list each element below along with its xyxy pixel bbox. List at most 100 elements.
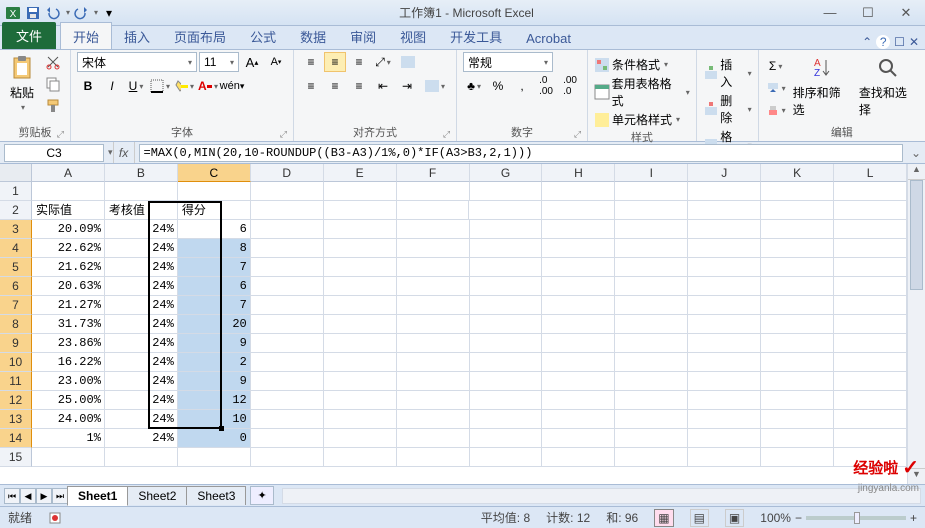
cell-D2[interactable]	[251, 201, 324, 220]
cell-K13[interactable]	[761, 410, 834, 429]
cell-A4[interactable]: 22.62%	[32, 239, 105, 258]
cell-K2[interactable]	[761, 201, 834, 220]
close-button[interactable]: ✕	[891, 4, 921, 22]
cell-C3[interactable]: 6	[178, 220, 251, 239]
merge-button[interactable]: ▾	[420, 76, 450, 96]
cell-I5[interactable]	[615, 258, 688, 277]
comma-button[interactable]: ,	[511, 76, 533, 96]
cell-L9[interactable]	[834, 334, 907, 353]
cell-A11[interactable]: 23.00%	[32, 372, 105, 391]
cell-E10[interactable]	[324, 353, 397, 372]
cell-K9[interactable]	[761, 334, 834, 353]
row-header-7[interactable]: 7	[0, 296, 32, 315]
cell-G15[interactable]	[470, 448, 543, 467]
cell-E8[interactable]	[324, 315, 397, 334]
cell-J1[interactable]	[688, 182, 761, 201]
copy-button[interactable]	[42, 74, 64, 94]
clear-button[interactable]: ▾	[765, 100, 787, 120]
cell-L8[interactable]	[834, 315, 907, 334]
save-icon[interactable]	[24, 4, 42, 22]
col-header-F[interactable]: F	[397, 164, 470, 182]
cell-K8[interactable]	[761, 315, 834, 334]
bold-button[interactable]: B	[77, 76, 99, 96]
cell-B9[interactable]: 24%	[105, 334, 178, 353]
cell-D13[interactable]	[251, 410, 324, 429]
cell-E15[interactable]	[324, 448, 397, 467]
cell-I14[interactable]	[615, 429, 688, 448]
cell-H5[interactable]	[542, 258, 615, 277]
cell-H12[interactable]	[542, 391, 615, 410]
qat-customize-icon[interactable]: ▾	[100, 4, 118, 22]
cell-E13[interactable]	[324, 410, 397, 429]
cell-I12[interactable]	[615, 391, 688, 410]
col-header-B[interactable]: B	[105, 164, 178, 182]
cell-G1[interactable]	[470, 182, 543, 201]
cell-E3[interactable]	[324, 220, 397, 239]
tab-view[interactable]: 视图	[388, 23, 438, 49]
window-close-button[interactable]: ✕	[909, 35, 919, 49]
cells-area[interactable]: 实际值考核值得分20.09%24%622.62%24%821.62%24%720…	[32, 182, 907, 484]
col-header-J[interactable]: J	[688, 164, 761, 182]
row-header-10[interactable]: 10	[0, 353, 32, 372]
cell-C1[interactable]	[178, 182, 251, 201]
tab-insert[interactable]: 插入	[112, 23, 162, 49]
cell-I6[interactable]	[615, 277, 688, 296]
cell-F6[interactable]	[397, 277, 470, 296]
cell-H8[interactable]	[542, 315, 615, 334]
cell-C12[interactable]: 12	[178, 391, 251, 410]
cell-A9[interactable]: 23.86%	[32, 334, 105, 353]
insert-cells-button[interactable]: 插入▾	[703, 56, 752, 90]
cell-H14[interactable]	[542, 429, 615, 448]
cell-L13[interactable]	[834, 410, 907, 429]
cell-I3[interactable]	[615, 220, 688, 239]
cell-I10[interactable]	[615, 353, 688, 372]
cell-A8[interactable]: 31.73%	[32, 315, 105, 334]
cell-B4[interactable]: 24%	[105, 239, 178, 258]
cell-G5[interactable]	[470, 258, 543, 277]
zoom-level[interactable]: 100%	[760, 511, 791, 525]
font-color-button[interactable]: A▾	[197, 76, 219, 96]
cell-D11[interactable]	[251, 372, 324, 391]
cell-C11[interactable]: 9	[178, 372, 251, 391]
cell-G8[interactable]	[470, 315, 543, 334]
cell-E11[interactable]	[324, 372, 397, 391]
help-button[interactable]: ?	[876, 35, 890, 49]
cell-K10[interactable]	[761, 353, 834, 372]
font-launcher[interactable]: ⤢	[280, 129, 287, 140]
find-select-button[interactable]: 查找和选择	[857, 52, 919, 120]
cell-L10[interactable]	[834, 353, 907, 372]
cell-F10[interactable]	[397, 353, 470, 372]
cell-styles-button[interactable]: 单元格样式▾	[594, 111, 680, 128]
tab-home[interactable]: 开始	[60, 22, 112, 49]
cell-G7[interactable]	[470, 296, 543, 315]
decrease-indent-button[interactable]: ⇤	[372, 76, 394, 96]
fill-color-button[interactable]: ▾	[173, 76, 195, 96]
col-header-G[interactable]: G	[470, 164, 543, 182]
minimize-button[interactable]: —	[815, 4, 845, 22]
cell-B15[interactable]	[105, 448, 178, 467]
cell-D9[interactable]	[251, 334, 324, 353]
select-all-corner[interactable]	[0, 164, 32, 182]
cell-J14[interactable]	[688, 429, 761, 448]
col-header-I[interactable]: I	[615, 164, 688, 182]
cell-B5[interactable]: 24%	[105, 258, 178, 277]
row-header-2[interactable]: 2	[0, 201, 32, 220]
increase-indent-button[interactable]: ⇥	[396, 76, 418, 96]
cut-button[interactable]	[42, 52, 64, 72]
cell-L14[interactable]	[834, 429, 907, 448]
align-launcher[interactable]: ⤢	[443, 129, 450, 140]
row-header-14[interactable]: 14	[0, 429, 32, 448]
fill-handle[interactable]	[219, 426, 224, 431]
cell-F13[interactable]	[397, 410, 470, 429]
row-header-15[interactable]: 15	[0, 448, 32, 467]
align-center-button[interactable]: ≡	[324, 76, 346, 96]
cell-B12[interactable]: 24%	[105, 391, 178, 410]
cell-A12[interactable]: 25.00%	[32, 391, 105, 410]
cell-K7[interactable]	[761, 296, 834, 315]
sheet-nav-prev[interactable]: ◀	[20, 488, 36, 504]
cell-I13[interactable]	[615, 410, 688, 429]
cell-F9[interactable]	[397, 334, 470, 353]
sheet-nav-first[interactable]: ⏮	[4, 488, 20, 504]
cell-E9[interactable]	[324, 334, 397, 353]
cell-A5[interactable]: 21.62%	[32, 258, 105, 277]
